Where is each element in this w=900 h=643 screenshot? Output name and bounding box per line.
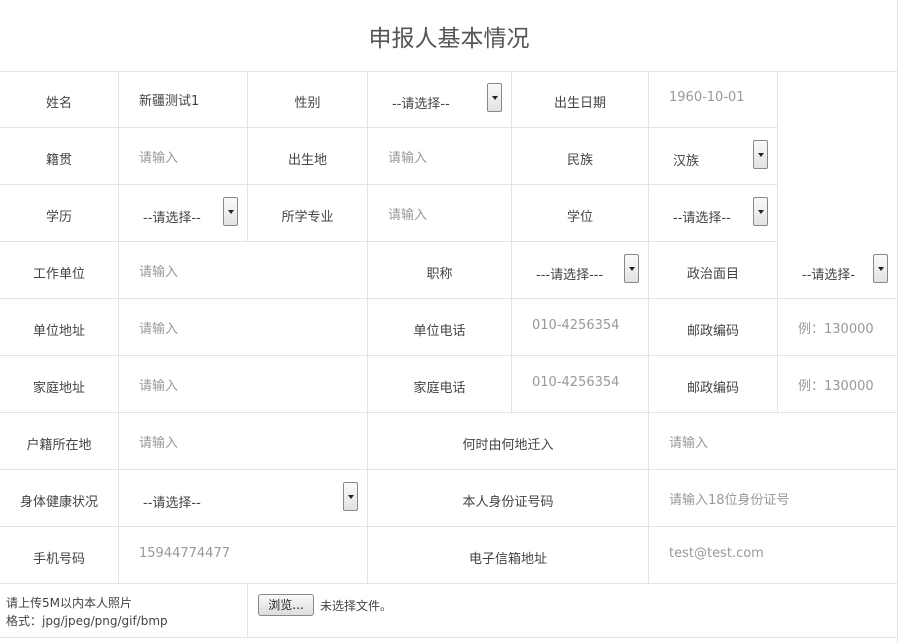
household-label: 户籍所在地 (0, 413, 119, 470)
ethnic-select-value: 汉族 (673, 154, 700, 169)
work-zip-input[interactable]: 例：130000 (778, 299, 898, 356)
upload-hint: 请上传5M以内本人照片 格式：jpg/jpeg/png/gif/bmp (6, 594, 168, 630)
gender-select[interactable]: --请选择-- (392, 83, 502, 113)
chevron-down-icon[interactable] (223, 197, 238, 226)
name-label: 姓名 (0, 71, 119, 128)
page-title: 申报人基本情况 (368, 26, 530, 52)
chevron-down-icon[interactable] (487, 83, 502, 112)
chevron-down-icon[interactable] (753, 140, 768, 169)
employer-input[interactable]: 请输入 (119, 242, 368, 299)
health-cell: --请选择-- (119, 470, 368, 527)
gender-label: 性别 (248, 71, 368, 128)
political-label: 政治面目 (649, 242, 778, 299)
title-rank-select-value: ---请选择--- (536, 268, 604, 283)
ethnic-select[interactable]: 汉族 (673, 140, 768, 170)
birthplace-label: 出生地 (248, 128, 368, 185)
political-cell: --请选择- (778, 242, 898, 299)
mobile-input[interactable]: 15944774477 (119, 527, 368, 584)
chevron-down-icon[interactable] (873, 254, 888, 283)
degree-cell: --请选择-- (649, 185, 778, 242)
major-label: 所学专业 (248, 185, 368, 242)
home-address-input[interactable]: 请输入 (119, 356, 368, 413)
birthplace-input[interactable]: 请输入 (368, 128, 512, 185)
political-select[interactable]: --请选择- (802, 254, 888, 284)
upload-hint-size: 请上传5M以内本人照片 (6, 596, 132, 610)
title-rank-cell: ---请选择--- (512, 242, 649, 299)
mobile-label: 手机号码 (0, 527, 119, 584)
home-zip-label: 邮政编码 (649, 356, 778, 413)
moved-from-input[interactable]: 请输入 (649, 413, 898, 470)
degree-select-value: --请选择-- (673, 211, 731, 226)
degree-select[interactable]: --请选择-- (673, 197, 768, 227)
gender-cell: --请选择-- (368, 71, 512, 128)
home-phone-label: 家庭电话 (368, 356, 512, 413)
major-input[interactable]: 请输入 (368, 185, 512, 242)
upload-hint-format: 格式：jpg/jpeg/png/gif/bmp (6, 614, 168, 628)
divider (0, 637, 898, 638)
health-label: 身体健康状况 (0, 470, 119, 527)
employer-label: 工作单位 (0, 242, 119, 299)
chevron-down-icon[interactable] (753, 197, 768, 226)
health-select[interactable]: --请选择-- (143, 482, 358, 512)
birth-input[interactable]: 1960-10-01 (649, 71, 778, 128)
divider (897, 0, 898, 643)
birth-label: 出生日期 (512, 71, 649, 128)
chevron-down-icon[interactable] (343, 482, 358, 511)
email-input[interactable]: test@test.com (649, 527, 898, 584)
political-select-value: --请选择- (802, 268, 856, 283)
no-file-text: 未选择文件。 (320, 599, 393, 613)
work-address-label: 单位地址 (0, 299, 119, 356)
gender-select-value: --请选择-- (392, 97, 450, 112)
education-select-value: --请选择-- (143, 211, 201, 226)
work-phone-label: 单位电话 (368, 299, 512, 356)
upload-cell: 浏览... 未选择文件。 (248, 584, 898, 638)
education-cell: --请选择-- (119, 185, 248, 242)
email-label: 电子信箱地址 (368, 527, 649, 584)
browse-button[interactable]: 浏览... (258, 594, 314, 616)
work-zip-label: 邮政编码 (649, 299, 778, 356)
upload-hint-cell: 请上传5M以内本人照片 格式：jpg/jpeg/png/gif/bmp (0, 584, 248, 638)
id-number-input[interactable]: 请输入18位身份证号 (649, 470, 898, 527)
education-select[interactable]: --请选择-- (143, 197, 238, 227)
ethnic-cell: 汉族 (649, 128, 778, 185)
name-input[interactable]: 新疆测试1 (119, 71, 248, 128)
ethnic-label: 民族 (512, 128, 649, 185)
native-label: 籍贯 (0, 128, 119, 185)
education-label: 学历 (0, 185, 119, 242)
chevron-down-icon[interactable] (624, 254, 639, 283)
health-select-value: --请选择-- (143, 496, 201, 511)
work-address-input[interactable]: 请输入 (119, 299, 368, 356)
home-address-label: 家庭地址 (0, 356, 119, 413)
title-rank-label: 职称 (368, 242, 512, 299)
native-input[interactable]: 请输入 (119, 128, 248, 185)
work-phone-input[interactable]: 010-4256354 (512, 299, 649, 356)
applicant-form: 姓名 新疆测试1 性别 --请选择-- 出生日期 1960-10-01 籍贯 请… (0, 71, 898, 639)
title-rank-select[interactable]: ---请选择--- (536, 254, 639, 284)
home-zip-input[interactable]: 例：130000 (778, 356, 898, 413)
household-input[interactable]: 请输入 (119, 413, 368, 470)
degree-label: 学位 (512, 185, 649, 242)
home-phone-input[interactable]: 010-4256354 (512, 356, 649, 413)
moved-from-label: 何时由何地迁入 (368, 413, 649, 470)
id-number-label: 本人身份证号码 (368, 470, 649, 527)
